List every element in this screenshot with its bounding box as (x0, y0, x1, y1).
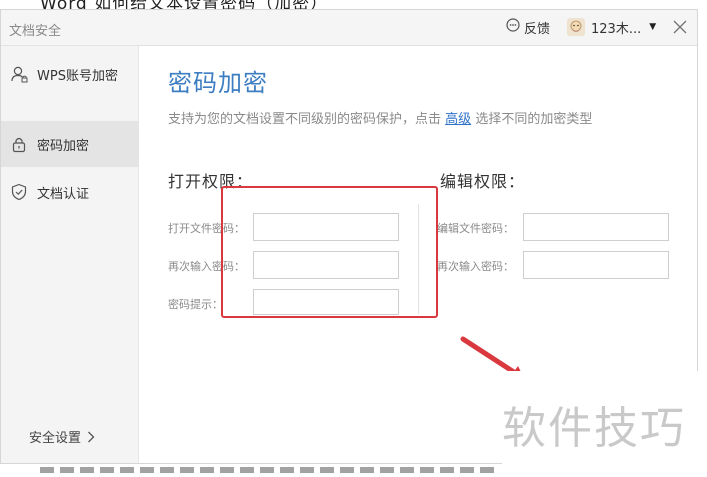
open-password-confirm-field[interactable] (253, 251, 399, 279)
page-description: 支持为您的文档设置不同级别的密码保护，点击 高级 选择不同的加密类型 (168, 108, 592, 127)
edit-password-confirm-field[interactable] (523, 251, 669, 279)
user-account-menu[interactable]: 123木... ▼ (567, 16, 656, 38)
edit-permission-heading: 编辑权限： (440, 172, 526, 191)
open-password-label: 打开文件密码： (168, 222, 245, 235)
page-title: 密码加密 (168, 69, 268, 97)
feedback-label: 反馈 (524, 21, 551, 37)
sidebar-item-label: 文档认证 (37, 186, 90, 202)
password-hint-label: 密码提示： (168, 298, 223, 311)
open-permission-heading: 打开权限： (168, 172, 254, 191)
security-settings-link[interactable]: 安全设置 (29, 427, 95, 446)
feedback-button[interactable]: 反馈 (506, 17, 550, 37)
user-lock-icon (9, 64, 29, 84)
open-password-field[interactable] (253, 213, 399, 241)
close-icon (673, 20, 687, 34)
chevron-right-icon (88, 431, 95, 442)
shield-check-icon (9, 182, 29, 202)
advanced-link[interactable]: 高级 (445, 112, 471, 127)
watermark: 软件技巧 (502, 403, 686, 454)
edit-password-field[interactable] (523, 213, 669, 241)
feedback-icon (506, 18, 520, 36)
title-bar: 文档安全 反馈 123木... ▼ (1, 10, 697, 46)
security-settings-label: 安全设置 (29, 431, 82, 446)
window-title: 文档安全 (9, 24, 62, 39)
sidebar-item-password-encryption[interactable]: 密码加密 (1, 121, 139, 167)
sidebar-item-document-certification[interactable]: 文档认证 (1, 169, 139, 215)
sidebar: WPS账号加密 密码加密 文档认证 安全设置 (1, 46, 139, 463)
open-password-confirm-label: 再次输入密码： (168, 260, 245, 273)
description-text-tail: 选择不同的加密类型 (475, 112, 593, 127)
padlock-icon (9, 134, 29, 154)
sidebar-item-label: 密码加密 (37, 138, 90, 154)
description-text: 支持为您的文档设置不同级别的密码保护，点击 (168, 112, 442, 127)
sidebar-item-label: WPS账号加密 (37, 68, 118, 84)
edit-password-confirm-label: 再次输入密码： (437, 260, 514, 273)
close-button[interactable] (668, 15, 692, 39)
password-hint-field[interactable] (253, 289, 399, 315)
background-document-blurred-text (40, 467, 500, 473)
avatar (567, 18, 585, 36)
edit-password-label: 编辑文件密码： (437, 222, 514, 235)
sidebar-item-wps-account-encryption[interactable]: WPS账号加密 (1, 51, 139, 97)
dropdown-caret-icon: ▼ (649, 22, 657, 32)
section-divider (418, 204, 419, 314)
user-name: 123木... (591, 21, 642, 37)
